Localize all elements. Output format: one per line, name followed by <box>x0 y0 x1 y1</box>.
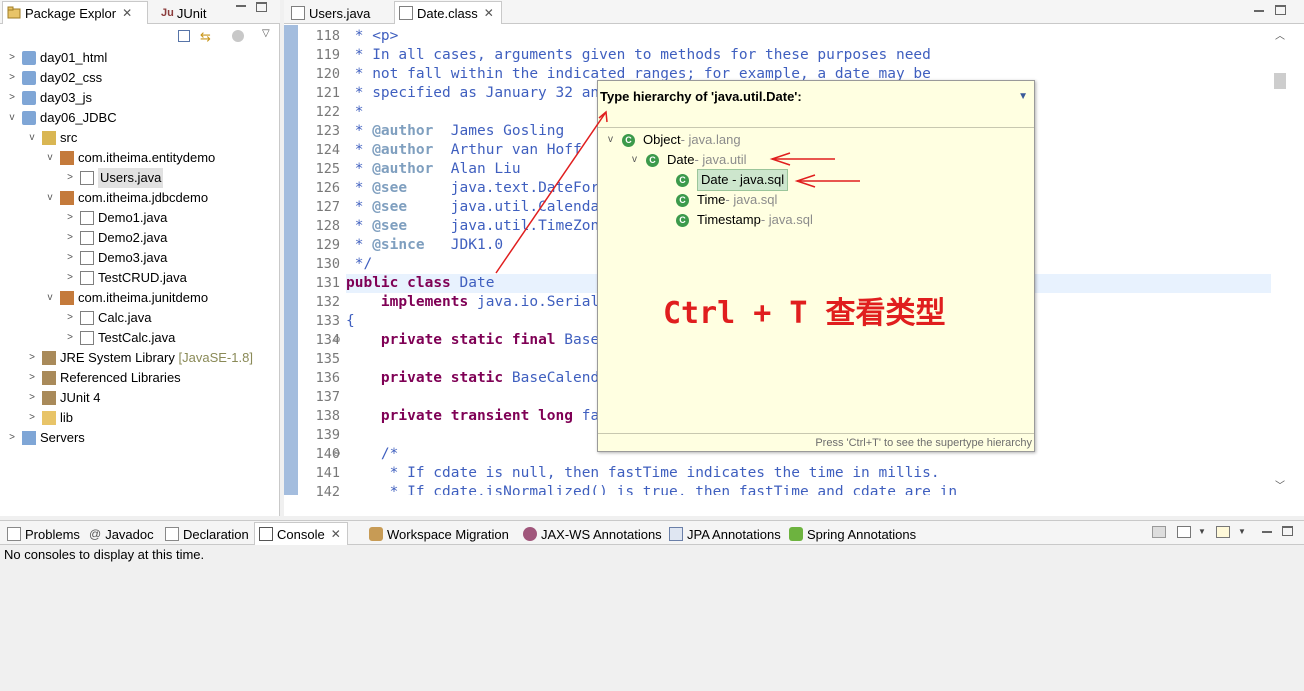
arrow-to-title <box>495 111 607 274</box>
bottom-tabbar: Problems @ Javadoc Declaration Console ✕ W… <box>0 521 1304 545</box>
tab-declaration[interactable]: Declaration <box>160 522 256 545</box>
console-body: No consoles to display at this time. <box>0 545 1304 691</box>
bottom-panel: Problems @ Javadoc Declaration Console ✕ W… <box>0 520 1304 691</box>
maximize-icon[interactable] <box>1282 526 1293 536</box>
chevron-down-icon[interactable]: ▼ <box>1198 527 1206 536</box>
workspace-migration-icon <box>369 527 383 541</box>
spring-icon <box>789 527 803 541</box>
problems-icon <box>7 527 21 541</box>
tab-javadoc[interactable]: @ Javadoc <box>84 522 161 545</box>
pin-console-icon[interactable] <box>1152 526 1166 538</box>
tab-jax-ws[interactable]: JAX-WS Annotations <box>518 522 669 545</box>
jpa-icon <box>669 527 683 541</box>
declaration-icon <box>165 527 179 541</box>
tab-label: JPA Annotations <box>687 526 781 542</box>
console-message: No consoles to display at this time. <box>4 547 205 562</box>
open-console-icon[interactable] <box>1216 526 1230 538</box>
tab-console[interactable]: Console ✕ <box>254 522 348 545</box>
tab-label: Javadoc <box>105 526 154 542</box>
chevron-down-icon[interactable]: ▼ <box>1238 527 1246 536</box>
javadoc-icon: @ <box>89 527 102 541</box>
close-icon[interactable]: ✕ <box>331 527 341 541</box>
tab-label: Problems <box>25 526 80 542</box>
console-icon <box>259 527 273 541</box>
jax-ws-icon <box>523 527 537 541</box>
tab-workspace-migration[interactable]: Workspace Migration <box>364 522 516 545</box>
tab-label: Spring Annotations <box>807 526 917 542</box>
display-console-icon[interactable] <box>1177 526 1191 538</box>
tab-spring[interactable]: Spring Annotations <box>784 522 923 545</box>
tab-label: Declaration <box>183 526 249 542</box>
tab-label: Console <box>277 526 325 542</box>
tab-label: JAX-WS Annotations <box>541 526 662 542</box>
tab-label: Workspace Migration <box>387 526 509 542</box>
tab-jpa[interactable]: JPA Annotations <box>664 522 788 545</box>
minimize-icon[interactable] <box>1262 531 1272 533</box>
tab-problems[interactable]: Problems <box>2 522 87 545</box>
